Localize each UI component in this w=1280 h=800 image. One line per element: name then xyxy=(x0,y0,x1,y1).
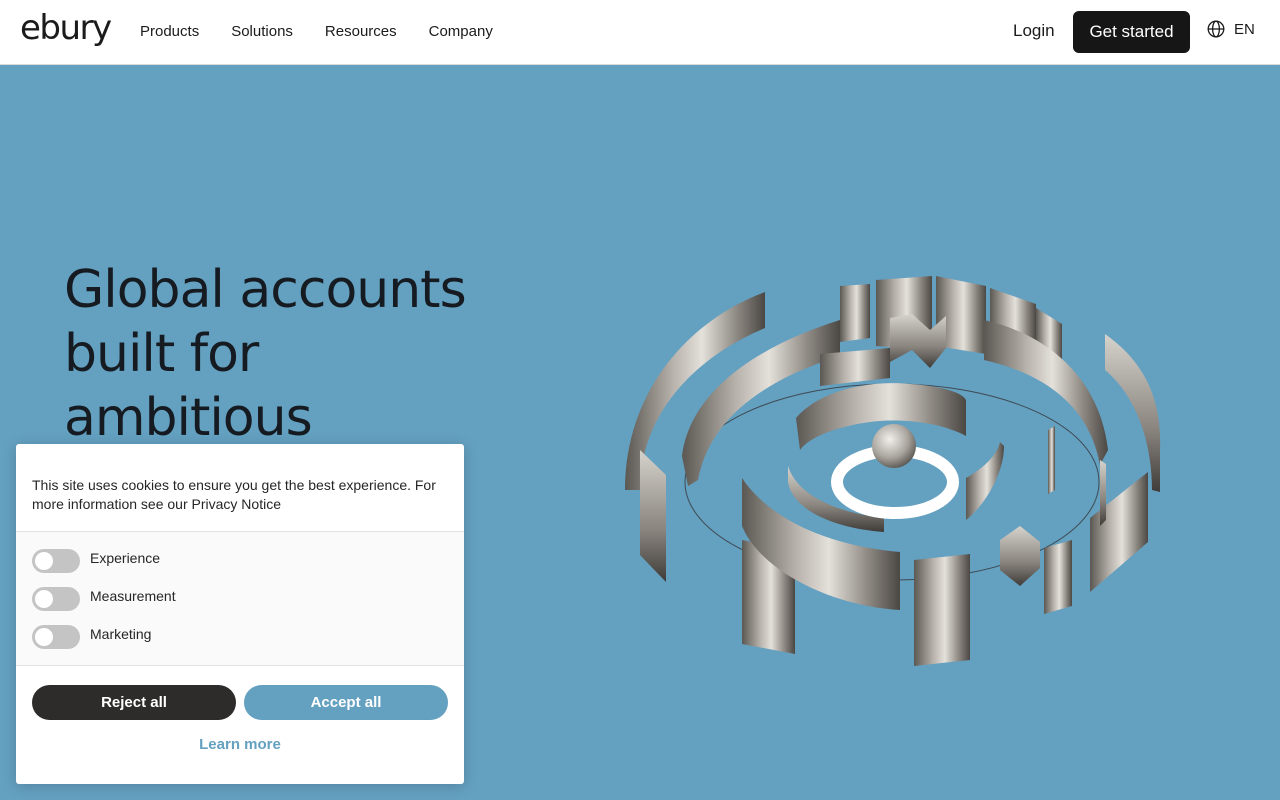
cookie-consent-banner: This site uses cookies to ensure you get… xyxy=(16,444,464,784)
toggle-knob xyxy=(35,628,53,646)
hero-title-line: built for xyxy=(64,324,259,384)
nav-resources[interactable]: Resources xyxy=(325,23,397,40)
hero-title-line: Global accounts xyxy=(64,260,467,320)
reject-all-button[interactable]: Reject all xyxy=(32,685,236,720)
marketing-toggle[interactable]: Marketing xyxy=(32,625,151,649)
cookie-message: This site uses cookies to ensure you get… xyxy=(32,477,436,512)
hero-title-line: ambitious xyxy=(64,388,313,448)
login-link[interactable]: Login xyxy=(1013,21,1055,41)
nav-products[interactable]: Products xyxy=(140,23,199,40)
toggle-knob xyxy=(35,552,53,570)
toggle-switch[interactable] xyxy=(32,587,80,611)
get-started-button[interactable]: Get started xyxy=(1073,11,1190,53)
toggle-switch[interactable] xyxy=(32,625,80,649)
ebury-logo[interactable]: ebury xyxy=(20,8,112,48)
site-header: ebury Products Solutions Resources Compa… xyxy=(0,0,1280,65)
toggle-knob xyxy=(35,590,53,608)
nav-company[interactable]: Company xyxy=(429,23,493,40)
language-selector[interactable]: EN xyxy=(1207,20,1255,38)
hero-title: Global accounts built for ambitious xyxy=(64,258,544,450)
toggle-switch[interactable] xyxy=(32,549,80,573)
main-nav: Products Solutions Resources Company xyxy=(140,0,493,62)
hero-3d-rings-illustration xyxy=(625,276,1161,666)
experience-label: Experience xyxy=(90,550,161,566)
experience-toggle[interactable]: Experience xyxy=(32,549,160,573)
marketing-label: Marketing xyxy=(90,626,152,642)
globe-icon xyxy=(1207,20,1225,38)
cookie-options: Experience Measurement Marketing xyxy=(16,531,464,666)
nav-solutions[interactable]: Solutions xyxy=(231,23,293,40)
measurement-label: Measurement xyxy=(90,588,176,604)
accept-all-button[interactable]: Accept all xyxy=(244,685,448,720)
language-label: EN xyxy=(1234,20,1255,38)
learn-more-link[interactable]: Learn more xyxy=(16,736,464,753)
measurement-toggle[interactable]: Measurement xyxy=(32,587,176,611)
